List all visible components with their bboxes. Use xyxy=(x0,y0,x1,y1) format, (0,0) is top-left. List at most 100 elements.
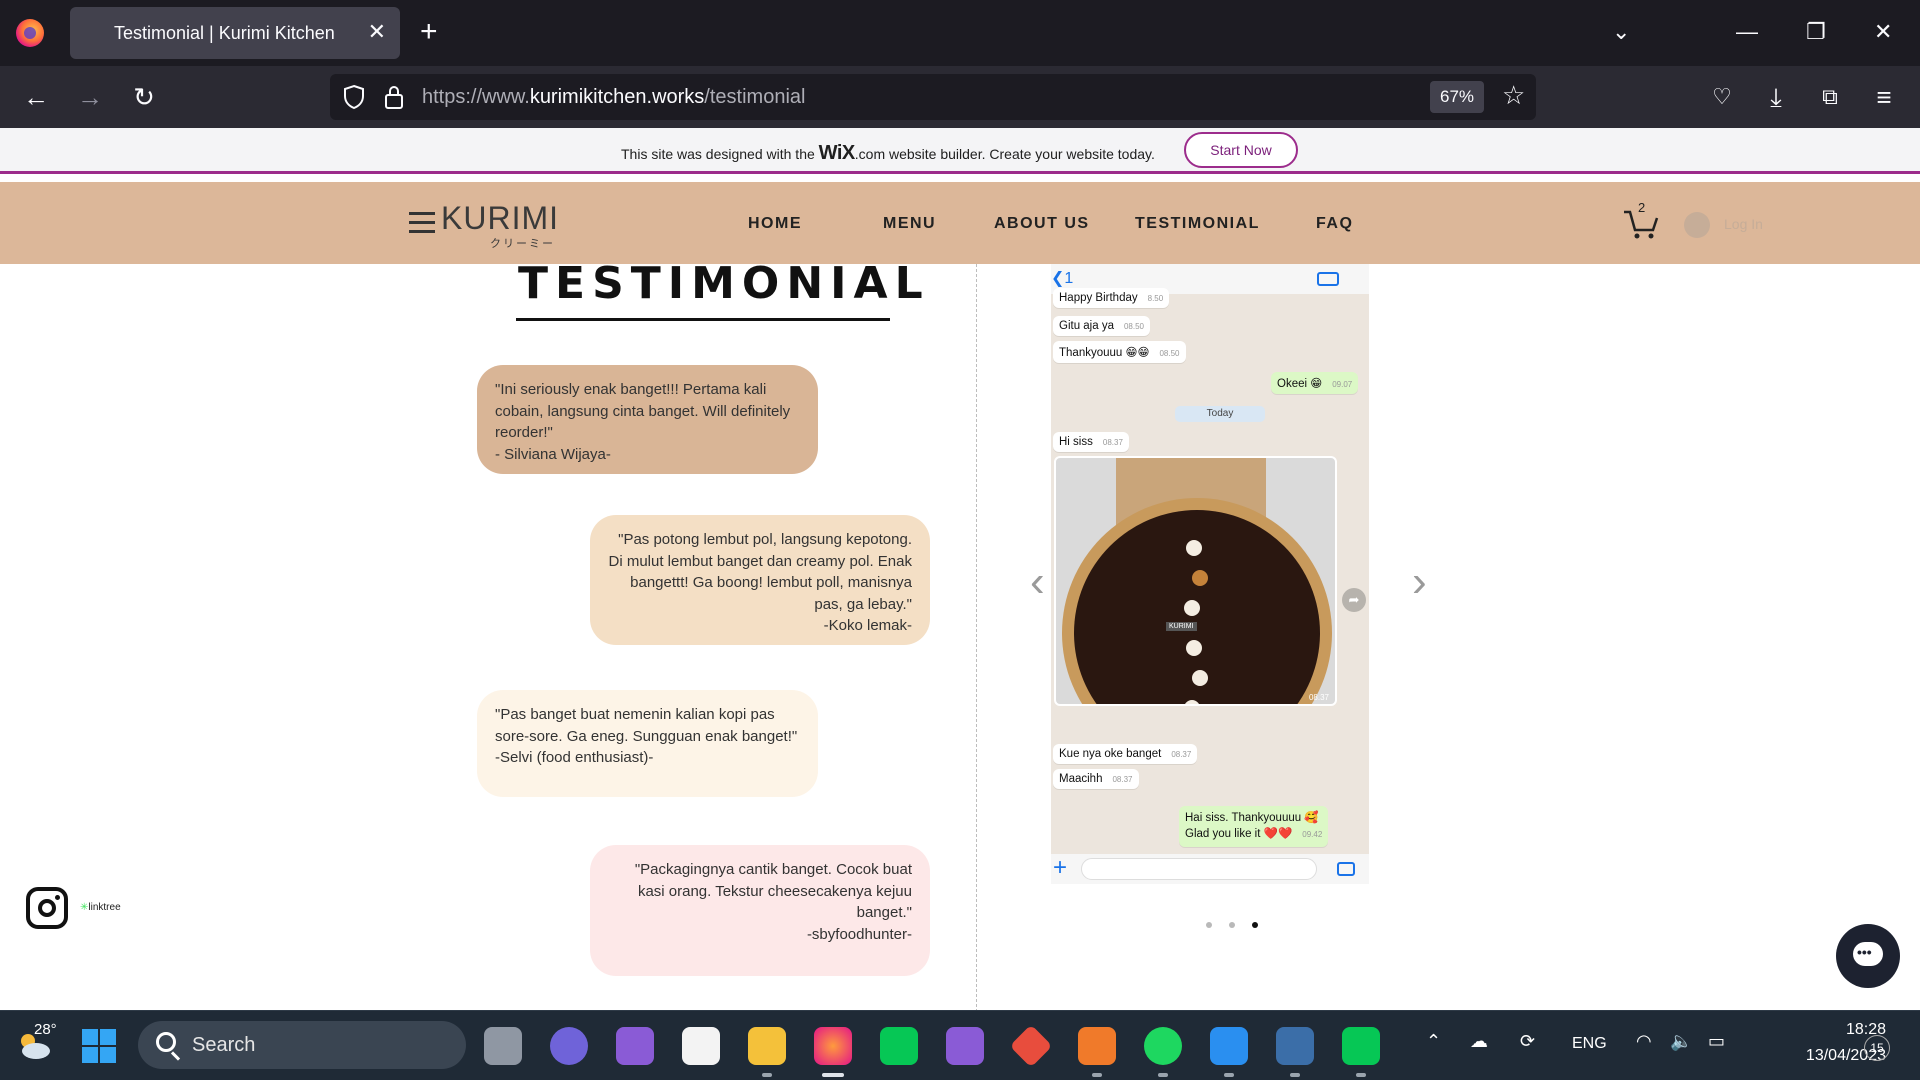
cart-button[interactable]: 2 xyxy=(1622,200,1660,240)
volume-icon[interactable]: 🔈 xyxy=(1670,1031,1692,1052)
browser-nav-bar: ← → ↻ https://www.kurimikitchen.works/te… xyxy=(0,66,1920,128)
slider-dot-active[interactable] xyxy=(1252,922,1258,928)
new-tab-icon[interactable]: + xyxy=(420,16,438,48)
chocolate-tart: KURIMI xyxy=(1062,498,1332,704)
chat-message-time: 08.50 xyxy=(1123,322,1145,331)
vscode-icon[interactable] xyxy=(1210,1027,1248,1065)
chat-message-time: 08.50 xyxy=(1159,349,1180,358)
visual-studio-icon[interactable] xyxy=(616,1027,654,1065)
testimonial-author: -sbyfoodhunter- xyxy=(806,925,912,943)
chat-message-text: Okeei 😁 xyxy=(1277,378,1323,390)
tab-testimonial[interactable]: Testimonial | Kurimi Kitchen ✕ xyxy=(70,7,400,59)
xampp-icon[interactable] xyxy=(1078,1027,1116,1065)
show-hidden-icons-icon[interactable]: ⌃ xyxy=(1426,1031,1441,1052)
forward-icon[interactable]: → xyxy=(70,78,110,118)
chat-message-text: Hi siss xyxy=(1059,436,1093,448)
git-icon[interactable] xyxy=(1009,1024,1053,1068)
video-call-icon xyxy=(1317,272,1339,286)
line-2-icon[interactable] xyxy=(1342,1027,1380,1065)
firefox-taskbar-icon[interactable] xyxy=(814,1027,852,1065)
search-icon xyxy=(156,1032,176,1052)
start-button[interactable] xyxy=(82,1029,116,1063)
nav-about-us[interactable]: ABOUT US xyxy=(994,215,1090,233)
site-menu-icon[interactable] xyxy=(409,212,435,234)
wix-banner: This site was designed with the WiX.com … xyxy=(0,128,1920,174)
testimonial-quote: "Pas banget buat nemenin kalian kopi pas… xyxy=(495,706,798,745)
spotify-icon[interactable] xyxy=(1144,1027,1182,1065)
chat-widget-button[interactable] xyxy=(1836,924,1900,988)
battery-icon[interactable]: ▭ xyxy=(1708,1031,1725,1052)
file-explorer-icon[interactable] xyxy=(748,1027,786,1065)
start-now-button[interactable]: Start Now xyxy=(1184,132,1298,168)
linktree-label: linktree xyxy=(88,902,121,913)
url-path: /testimonial xyxy=(704,86,806,108)
chat-message-outgoing: Hai siss. Thankyouuuu 🥰 Glad you like it… xyxy=(1179,806,1329,847)
chat-message: Maacihh 08.37 xyxy=(1053,769,1139,789)
visual-studio-2-icon[interactable] xyxy=(946,1027,984,1065)
wix-text-before: This site was designed with the xyxy=(621,146,819,162)
extensions-icon[interactable]: ⧉ xyxy=(1810,78,1850,118)
network-tool-icon[interactable] xyxy=(1276,1027,1314,1065)
language-indicator[interactable]: ENG xyxy=(1572,1035,1607,1053)
close-tab-icon[interactable]: ✕ xyxy=(368,19,386,45)
url-text[interactable]: https://www.kurimikitchen.works/testimon… xyxy=(422,86,805,109)
notification-count[interactable]: 15 xyxy=(1864,1035,1890,1061)
onedrive-icon[interactable]: ☁ xyxy=(1470,1031,1488,1052)
close-window-icon[interactable]: ✕ xyxy=(1874,14,1892,50)
chat-message-time: 09.42 xyxy=(1302,830,1323,839)
microsoft-store-icon[interactable] xyxy=(682,1027,720,1065)
address-bar[interactable]: https://www.kurimikitchen.works/testimon… xyxy=(330,74,1536,120)
task-view-icon[interactable] xyxy=(484,1027,522,1065)
chat-message-time: 08.37 xyxy=(1102,438,1123,447)
slider-prev-arrow-icon[interactable]: ‹ xyxy=(1030,560,1045,604)
taskbar-search[interactable]: Search xyxy=(138,1021,466,1069)
chat-message: Kue nya oke banget 08.37 xyxy=(1053,744,1198,764)
wix-banner-text: This site was designed with the WiX.com … xyxy=(621,142,1155,165)
wifi-icon[interactable]: ◠ xyxy=(1636,1031,1652,1052)
slider-dot[interactable] xyxy=(1206,922,1212,928)
site-logo[interactable]: KURIMI xyxy=(441,200,559,237)
forward-icon: ➦ xyxy=(1342,588,1366,612)
column-divider xyxy=(976,264,977,1012)
browser-tab-bar: Testimonial | Kurimi Kitchen ✕ + ⌄ — ❐ ✕ xyxy=(0,0,1920,66)
slider-dot[interactable] xyxy=(1229,922,1235,928)
linktree-link[interactable]: ✳linktree xyxy=(80,902,121,913)
app-menu-icon[interactable]: ≡ xyxy=(1864,78,1904,118)
chat-message: Thankyouuu 😁😁 08.50 xyxy=(1053,341,1186,363)
instagram-icon[interactable] xyxy=(26,887,68,929)
restore-icon[interactable]: ❐ xyxy=(1806,14,1826,50)
chat-message: Hi siss 08.37 xyxy=(1053,432,1129,452)
sync-icon[interactable]: ⟳ xyxy=(1520,1031,1535,1052)
nav-faq[interactable]: FAQ xyxy=(1316,215,1353,233)
firefox-icon[interactable] xyxy=(16,19,44,47)
lock-icon[interactable] xyxy=(382,84,406,110)
testimonial-author: -Koko lemak- xyxy=(823,617,912,634)
downloads-icon[interactable]: ⤓ xyxy=(1756,78,1796,118)
testimonial-bubble: "Ini seriously enak banget!!! Pertama ka… xyxy=(477,365,818,474)
chat-message-text: Maacihh xyxy=(1059,773,1103,785)
pocket-icon[interactable]: ♡ xyxy=(1702,78,1742,118)
zoom-level-badge[interactable]: 67% xyxy=(1430,81,1484,113)
minimize-icon[interactable]: — xyxy=(1736,14,1758,50)
chat-input-bar: + xyxy=(1051,854,1369,884)
bookmark-star-icon[interactable]: ☆ xyxy=(1502,80,1525,111)
reload-icon[interactable]: ↻ xyxy=(124,78,164,118)
testimonial-bubble: "Pas potong lembut pol, langsung kepoton… xyxy=(590,515,930,645)
page-title: TESTIMONIAL xyxy=(518,258,930,309)
chat-message-text: Happy Birthday xyxy=(1059,292,1138,304)
chat-input-field xyxy=(1081,858,1317,880)
login-link[interactable]: Log In xyxy=(1724,216,1763,232)
user-avatar-icon[interactable] xyxy=(1684,212,1710,238)
line-icon[interactable] xyxy=(880,1027,918,1065)
back-icon[interactable]: ← xyxy=(16,78,56,118)
nav-testimonial[interactable]: TESTIMONIAL xyxy=(1135,215,1260,233)
slider-next-arrow-icon[interactable]: › xyxy=(1412,560,1427,604)
chat-message-time: 08.37 xyxy=(1171,750,1192,759)
teams-chat-icon[interactable] xyxy=(550,1027,588,1065)
tracking-shield-icon[interactable] xyxy=(342,84,366,110)
nav-home[interactable]: HOME xyxy=(748,215,802,233)
list-tabs-icon[interactable]: ⌄ xyxy=(1612,14,1630,50)
nav-menu[interactable]: MENU xyxy=(883,215,936,233)
chat-back-icon: ❮1 xyxy=(1051,270,1074,287)
attach-plus-icon: + xyxy=(1053,854,1068,881)
